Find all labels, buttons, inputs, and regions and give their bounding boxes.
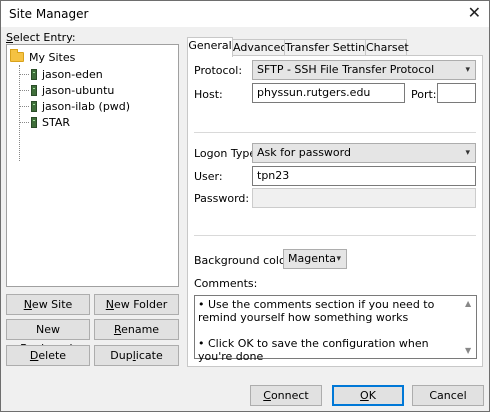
divider bbox=[194, 235, 476, 236]
comments-textarea[interactable]: • Use the comments section if you need t… bbox=[194, 295, 477, 363]
tree-item-label: jason-eden bbox=[42, 67, 103, 81]
port-label: Port: bbox=[411, 88, 437, 101]
tree-item-site[interactable]: jason-ilab (pwd) bbox=[19, 99, 130, 113]
window-title: Site Manager bbox=[9, 7, 89, 21]
ok-button[interactable]: OK bbox=[332, 385, 404, 406]
tab-general[interactable]: General bbox=[187, 37, 233, 57]
general-panel: Protocol: SFTP - SSH File Transfer Proto… bbox=[187, 55, 483, 367]
select-entry-label: Select Entry: bbox=[6, 31, 76, 44]
tab-advanced[interactable]: Advanced bbox=[232, 39, 287, 56]
port-input[interactable] bbox=[437, 83, 476, 103]
divider bbox=[194, 132, 476, 133]
site-tree[interactable]: My Sites jason-eden jason-ubuntu jason-i… bbox=[6, 44, 179, 287]
background-color-select[interactable]: Magenta ▾ bbox=[283, 249, 347, 269]
tab-charset[interactable]: Charset bbox=[365, 39, 409, 56]
host-input[interactable]: physsun.rutgers.edu bbox=[252, 83, 405, 103]
site-manager-window: Site Manager ✕ Select Entry: My Sites ja… bbox=[0, 0, 490, 412]
new-folder-button[interactable]: New Folder bbox=[94, 294, 179, 315]
background-color-label: Background color: bbox=[194, 254, 294, 267]
user-input[interactable]: tpn23 bbox=[252, 166, 476, 186]
server-icon bbox=[31, 84, 37, 96]
new-bookmark-button[interactable]: New Bookmark bbox=[6, 319, 90, 355]
delete-button[interactable]: Delete bbox=[6, 345, 90, 366]
comments-label: Comments: bbox=[194, 277, 258, 290]
host-label: Host: bbox=[194, 88, 223, 101]
logon-type-select[interactable]: Ask for password ▾ bbox=[252, 143, 476, 163]
tree-root-my-sites[interactable]: My Sites bbox=[10, 49, 76, 64]
title-bar[interactable]: Site Manager ✕ bbox=[1, 1, 489, 27]
folder-icon bbox=[10, 49, 24, 62]
logon-type-label: Logon Type: bbox=[194, 147, 260, 160]
server-icon bbox=[31, 68, 37, 80]
connect-button[interactable]: Connect bbox=[250, 385, 322, 406]
scroll-up-icon[interactable]: ▲ bbox=[465, 297, 471, 310]
server-icon bbox=[31, 116, 37, 128]
tree-item-site[interactable]: jason-eden bbox=[19, 67, 103, 81]
tree-item-label: jason-ubuntu bbox=[42, 83, 115, 97]
tab-transfer-settings[interactable]: Transfer Settings bbox=[284, 39, 378, 56]
protocol-select[interactable]: SFTP - SSH File Transfer Protocol ▾ bbox=[252, 60, 476, 80]
new-site-button[interactable]: New Site bbox=[6, 294, 90, 315]
duplicate-button[interactable]: Duplicate bbox=[94, 345, 179, 366]
chevron-down-icon: ▾ bbox=[465, 65, 470, 75]
tree-item-site[interactable]: STAR bbox=[19, 115, 70, 129]
password-label: Password: bbox=[194, 192, 250, 205]
comments-scrollbar[interactable]: ▲ ▼ bbox=[462, 296, 476, 358]
tree-item-label: jason-ilab (pwd) bbox=[42, 99, 131, 113]
scroll-down-icon[interactable]: ▼ bbox=[465, 344, 471, 357]
chevron-down-icon: ▾ bbox=[465, 148, 470, 158]
close-icon[interactable]: ✕ bbox=[468, 3, 481, 22]
cancel-button[interactable]: Cancel bbox=[412, 385, 484, 406]
protocol-label: Protocol: bbox=[194, 64, 243, 77]
password-input[interactable] bbox=[252, 188, 476, 208]
user-label: User: bbox=[194, 170, 223, 183]
comment-line: • Click OK to save the configuration whe… bbox=[198, 337, 429, 363]
tree-root-label: My Sites bbox=[29, 50, 76, 64]
tree-item-site[interactable]: jason-ubuntu bbox=[19, 83, 114, 97]
tree-item-label: STAR bbox=[42, 115, 71, 129]
comment-line: • Use the comments section if you need t… bbox=[198, 298, 435, 324]
server-icon bbox=[31, 100, 37, 112]
chevron-down-icon: ▾ bbox=[336, 254, 341, 264]
rename-button[interactable]: Rename bbox=[94, 319, 179, 340]
